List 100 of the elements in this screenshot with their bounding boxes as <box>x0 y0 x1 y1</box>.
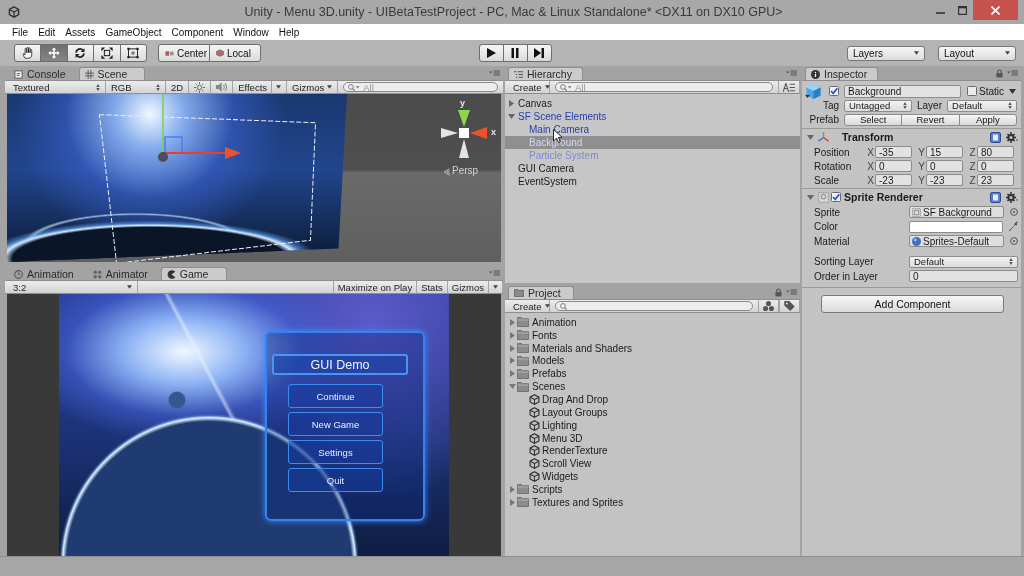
menu-item[interactable]: Component <box>166 26 229 38</box>
effects-dropdown[interactable]: Effects <box>233 81 288 93</box>
number-field[interactable]: 0 <box>909 270 1018 283</box>
project-item[interactable]: Scenes <box>505 380 800 394</box>
circle-dot-icon[interactable] <box>1010 237 1018 246</box>
panel-tab[interactable]: Hierarchy <box>508 67 583 80</box>
tag-dropdown[interactable]: Untagged <box>844 99 912 112</box>
gizmos-dropdown[interactable]: Gizmos <box>287 81 339 93</box>
disclosure-triangle-icon[interactable] <box>508 100 515 107</box>
project-item[interactable]: Widgets <box>505 470 800 483</box>
number-field[interactable]: -23 <box>875 174 912 186</box>
pivot-rotation-button[interactable]: Local <box>208 44 261 62</box>
game-toolbar-button[interactable]: Stats <box>417 281 448 293</box>
disclosure-triangle-icon[interactable] <box>509 370 516 378</box>
gear-icon[interactable] <box>1006 131 1018 143</box>
filter-label-button[interactable] <box>779 300 800 312</box>
disclosure-triangle-icon[interactable] <box>509 357 516 365</box>
search-field[interactable]: All <box>555 82 773 92</box>
object-field[interactable]: SF Background <box>909 206 1004 219</box>
search-field[interactable] <box>555 301 753 311</box>
game-toolbar-button[interactable]: Maximize on Play <box>333 281 418 293</box>
project-item[interactable]: Animation <box>505 316 800 329</box>
rotate-tool-button[interactable] <box>66 44 95 62</box>
menu-item[interactable]: Help <box>273 26 305 38</box>
project-item[interactable]: Layout Groups <box>505 405 800 419</box>
close-button[interactable] <box>973 0 1018 20</box>
project-item[interactable]: Fonts <box>505 328 800 342</box>
step-button[interactable] <box>526 44 552 62</box>
number-field[interactable]: -23 <box>926 174 963 186</box>
layout-dropdown[interactable]: Layout <box>938 45 1016 61</box>
hierarchy-item[interactable]: Main Camera <box>505 123 800 136</box>
rect-tool-button[interactable] <box>119 44 147 62</box>
hierarchy-item[interactable]: GUI Camera <box>505 162 800 175</box>
move-gizmo[interactable] <box>158 94 241 162</box>
menu-item[interactable]: Window <box>228 26 274 38</box>
panel-tab[interactable]: Animation <box>8 267 85 280</box>
panel-tab[interactable]: Inspector <box>805 67 879 80</box>
prefab-button[interactable]: Apply <box>958 113 1017 126</box>
hand-tool-button[interactable] <box>14 44 42 62</box>
layer-dropdown[interactable]: Default <box>947 99 1017 112</box>
game-menu-button[interactable]: Continue <box>288 384 383 408</box>
hierarchy-item[interactable]: SF Scene Elements <box>505 110 800 123</box>
panel-tab[interactable]: Animator <box>86 267 159 280</box>
prefab-button[interactable]: Select <box>844 113 903 126</box>
lock-icon[interactable] <box>775 287 782 297</box>
disclosure-triangle-icon[interactable] <box>807 133 814 141</box>
game-menu-button[interactable]: Quit <box>288 468 383 492</box>
object-field[interactable]: Sprites-Default <box>909 235 1004 248</box>
static-checkbox[interactable] <box>967 86 977 96</box>
number-field[interactable]: -35 <box>875 146 912 158</box>
game-menu-button[interactable]: Settings <box>288 440 383 464</box>
orientation-gizmo[interactable] <box>441 110 487 158</box>
number-field[interactable]: 15 <box>926 146 963 158</box>
panel-tab[interactable]: Console <box>8 67 77 80</box>
enabled-checkbox[interactable] <box>831 192 841 202</box>
number-field[interactable]: 80 <box>977 146 1014 158</box>
hierarchy-item[interactable]: EventSystem <box>505 175 800 188</box>
disclosure-triangle-icon[interactable] <box>807 193 814 201</box>
disclosure-triangle-icon[interactable] <box>509 498 516 506</box>
book-icon[interactable] <box>990 131 1001 143</box>
project-item[interactable]: Textures and Sprites <box>505 495 800 509</box>
number-field[interactable]: 0 <box>926 160 963 172</box>
search-field[interactable]: All <box>343 82 498 92</box>
menu-item[interactable]: Edit <box>33 26 61 38</box>
project-item[interactable]: Menu 3D <box>505 431 800 445</box>
project-item[interactable]: Scroll View <box>505 457 800 471</box>
sort-button[interactable] <box>778 81 800 93</box>
circle-dot-icon[interactable] <box>1010 208 1018 217</box>
active-checkbox[interactable] <box>829 86 839 96</box>
mode-toggle-button[interactable]: 2D <box>166 81 190 93</box>
project-item[interactable]: Scripts <box>505 482 800 496</box>
panel-tab[interactable]: Scene <box>78 67 145 80</box>
draw-mode-dropdown[interactable]: Textured <box>8 81 106 93</box>
menu-item[interactable]: GameObject <box>100 26 167 38</box>
aspect-dropdown[interactable]: 3:2 <box>8 281 138 293</box>
disclosure-triangle-icon[interactable] <box>509 485 516 493</box>
eyedropper-icon[interactable] <box>1009 221 1018 233</box>
filter-type-button[interactable] <box>758 300 779 312</box>
play-button[interactable] <box>478 44 504 62</box>
game-menu-button[interactable]: New Game <box>288 412 383 436</box>
project-item[interactable]: Lighting <box>505 418 800 432</box>
disclosure-triangle-icon[interactable] <box>509 318 516 326</box>
layers-dropdown[interactable]: Layers <box>847 45 925 61</box>
project-item[interactable]: Drag And Drop <box>505 393 800 406</box>
object-name-field[interactable]: Background <box>844 84 961 98</box>
disclosure-triangle-icon[interactable] <box>508 113 515 120</box>
project-item[interactable]: Prefabs <box>505 367 800 381</box>
disclosure-triangle-icon[interactable] <box>509 344 516 352</box>
game-toolbar-button[interactable]: Gizmos <box>447 281 503 293</box>
add-component-button[interactable]: Add Component <box>821 294 1004 313</box>
project-item[interactable]: Materials and Shaders <box>505 341 800 355</box>
number-field[interactable]: 23 <box>977 174 1014 186</box>
disclosure-triangle-icon[interactable] <box>509 331 516 339</box>
pause-button[interactable] <box>502 44 528 62</box>
project-item[interactable]: Models <box>505 354 800 368</box>
scale-tool-button[interactable] <box>93 44 121 62</box>
number-field[interactable]: 0 <box>875 160 912 172</box>
panel-tab[interactable]: Project <box>508 286 574 299</box>
caret-icon[interactable] <box>1009 88 1016 94</box>
panel-tab[interactable]: Game <box>160 267 227 280</box>
